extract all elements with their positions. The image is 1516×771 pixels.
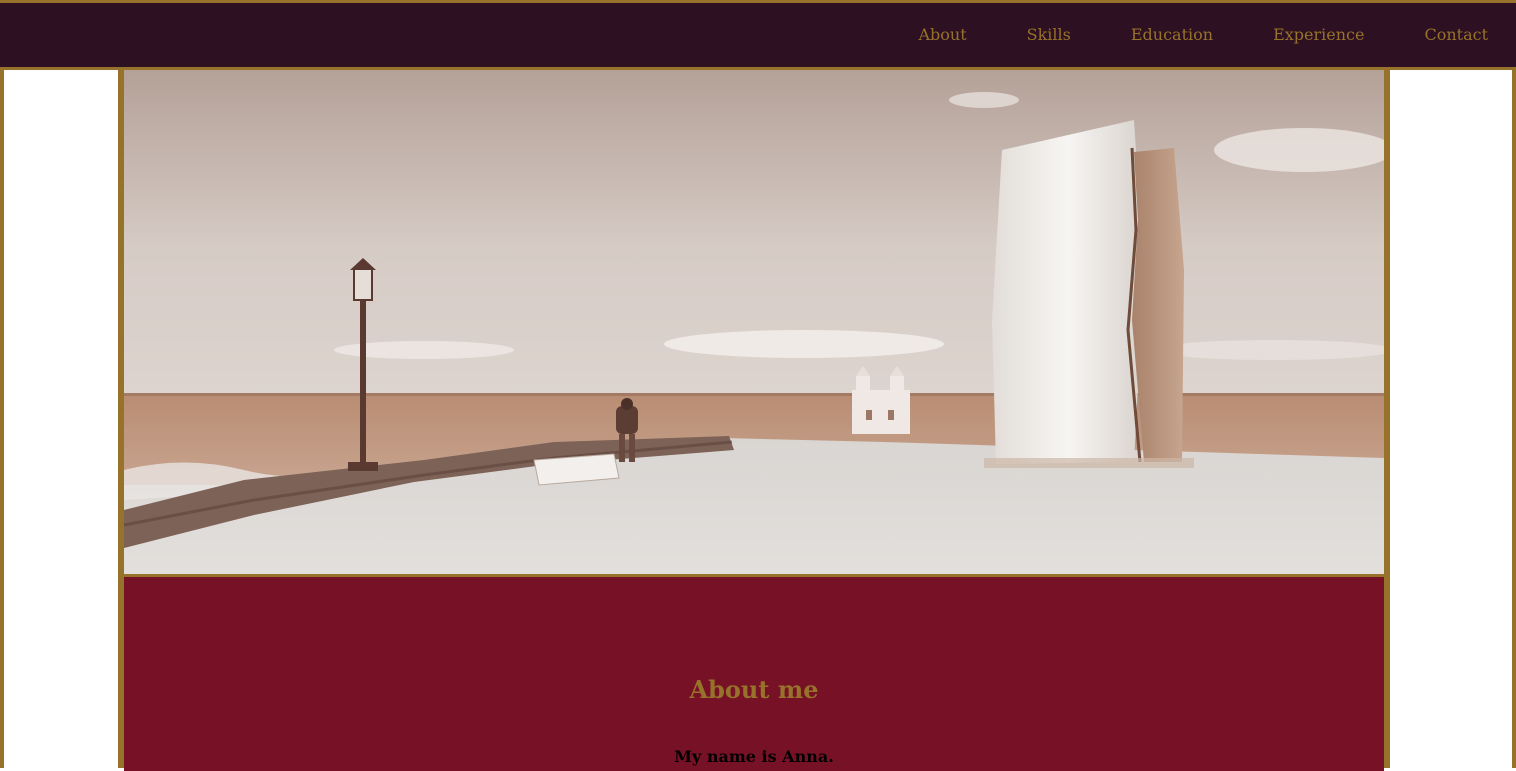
nav-skills[interactable]: Skills (995, 25, 1099, 44)
nav-menu: About Skills Education Experience Contac… (886, 3, 1516, 67)
about-title: About me (689, 675, 819, 704)
main-content: About me My name is Anna. (118, 70, 1390, 771)
nav-experience[interactable]: Experience (1241, 25, 1392, 44)
nav-contact[interactable]: Contact (1392, 25, 1516, 44)
about-intro-text: My name is Anna. (674, 747, 834, 766)
about-section: About me My name is Anna. (124, 574, 1384, 771)
seaside-monument-photo (124, 70, 1384, 574)
nav-education[interactable]: Education (1099, 25, 1241, 44)
nav-about[interactable]: About (886, 25, 994, 44)
top-navigation: About Skills Education Experience Contac… (0, 3, 1516, 70)
hero-image (124, 70, 1384, 574)
